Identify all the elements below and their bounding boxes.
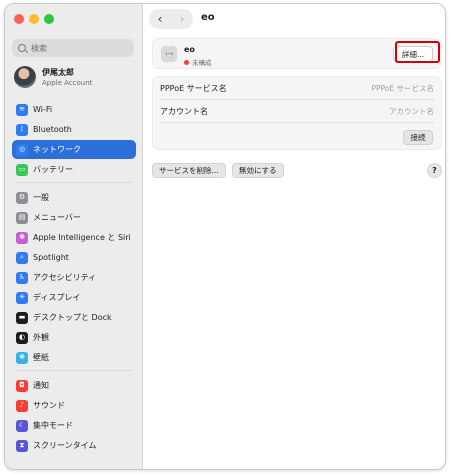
sidebar-item-label: スクリーンタイム (33, 441, 97, 450)
pppoe-service-field[interactable]: PPPoE サービス名 (371, 83, 434, 94)
settings-window: 検索 伊尾太郎 Apple Account ≋ Wi-Fi ᛒ Bluetooth ◎ ネ… (4, 3, 446, 470)
sidebar-item-label: メニューバー (33, 213, 81, 222)
sidebar-item-label: Bluetooth (33, 125, 72, 134)
sound-icon: ♪ (16, 399, 28, 412)
focus-moon-icon: ☾ (16, 419, 28, 432)
connect-button[interactable]: 接続 (403, 130, 433, 145)
sidebar-item-label: 通知 (33, 381, 49, 390)
forward-button[interactable]: › (171, 9, 193, 29)
notifications-icon: ◘ (16, 379, 28, 392)
sidebar-item-label: サウンド (33, 401, 65, 410)
account-name: 伊尾太郎 (42, 68, 74, 77)
pppoe-service-row: PPPoE サービス名 PPPoE サービス名 (153, 77, 441, 99)
sidebar-item-label: ネットワーク (33, 145, 81, 154)
sidebar-item[interactable]: ⧗ スクリーンタイム (12, 436, 136, 455)
appearance-icon: ◐ (16, 331, 28, 344)
sidebar-item[interactable]: ☾ 集中モード (12, 416, 136, 435)
pppoe-settings-card: PPPoE サービス名 PPPoE サービス名 アカウント名 アカウント名 接続 (152, 76, 442, 150)
connection-status-text: 未構成 (192, 59, 212, 67)
network-globe-icon: ◎ (16, 143, 28, 156)
zoom-window-button[interactable] (44, 14, 54, 24)
battery-icon: ▭ (16, 163, 28, 176)
sidebar-item-label: Apple Intelligence と Siri (33, 233, 131, 242)
sidebar-item[interactable]: ≋ Wi-Fi (12, 100, 136, 119)
sidebar-item-label: 壁紙 (33, 353, 49, 362)
sidebar-item-label: 外観 (33, 333, 49, 342)
account-name-field[interactable]: アカウント名 (389, 106, 434, 117)
main-pane: ‹ › eo ‹··› eo 未構成 詳細... PPPoE サービス名 PPP… (143, 4, 445, 469)
sidebar-item[interactable]: ☀ ディスプレイ (12, 288, 136, 307)
screen-time-icon: ⧗ (16, 439, 28, 452)
avatar (14, 66, 36, 88)
menu-bar-icon: ▤ (16, 211, 28, 224)
gear-icon: ⚙ (16, 191, 28, 204)
sidebar-item[interactable]: ♪ サウンド (12, 396, 136, 415)
display-icon: ☀ (16, 291, 28, 304)
sidebar-item[interactable]: ▭ バッテリー (12, 160, 136, 179)
account-subtitle: Apple Account (42, 79, 93, 87)
status-dot-icon (184, 59, 189, 65)
search-placeholder: 検索 (31, 43, 47, 53)
account-name-label: アカウント名 (160, 106, 208, 116)
siri-icon: ✺ (16, 231, 28, 244)
back-button[interactable]: ‹ (149, 9, 171, 29)
accessibility-icon: ♿ (16, 271, 28, 284)
apple-account[interactable]: 伊尾太郎 Apple Account (14, 66, 92, 88)
sidebar-item[interactable]: ▤ メニューバー (12, 208, 136, 227)
sidebar-item-label: デスクトップと Dock (33, 313, 112, 322)
delete-service-button[interactable]: サービスを削除... (152, 163, 226, 178)
sidebar-item-label: アクセシビリティ (33, 273, 97, 282)
wifi-icon: ≋ (16, 103, 28, 116)
bluetooth-icon: ᛒ (16, 123, 28, 136)
sidebar-item-label: 一般 (33, 193, 49, 202)
sidebar-item[interactable]: ◎ ネットワーク (12, 140, 136, 159)
minimize-window-button[interactable] (29, 14, 39, 24)
divider (160, 122, 434, 123)
account-name-row: アカウント名 アカウント名 (153, 100, 441, 122)
toolbar: ‹ › eo (143, 4, 445, 34)
wallpaper-icon: ❋ (16, 351, 28, 364)
sidebar-item-label: Wi-Fi (33, 105, 53, 114)
disable-button[interactable]: 無効にする (232, 163, 284, 178)
close-window-button[interactable] (14, 14, 24, 24)
sidebar-separator (17, 182, 131, 183)
sidebar-item-label: バッテリー (33, 165, 73, 174)
sidebar-item-label: ディスプレイ (33, 293, 81, 302)
sidebar: 検索 伊尾太郎 Apple Account ≋ Wi-Fi ᛒ Bluetooth ◎ ネ… (5, 4, 143, 469)
history-nav: ‹ › (149, 9, 193, 29)
sidebar-item-label: Spotlight (33, 253, 69, 262)
sidebar-item[interactable]: ◘ 通知 (12, 376, 136, 395)
sidebar-item[interactable]: ◐ 外観 (12, 328, 136, 347)
spotlight-icon: ⌕ (16, 251, 28, 264)
sidebar-item[interactable]: ⌕ Spotlight (12, 248, 136, 267)
pppoe-connection-icon: ‹··› (161, 46, 177, 62)
sidebar-separator (17, 370, 131, 371)
sidebar-item[interactable]: ♿ アクセシビリティ (12, 268, 136, 287)
connection-status: 未構成 (184, 57, 212, 67)
connection-name: eo (184, 45, 195, 54)
desktop-dock-icon: ▬ (16, 311, 28, 324)
sidebar-item-label: 集中モード (33, 421, 73, 430)
sidebar-item[interactable]: ▬ デスクトップと Dock (12, 308, 136, 327)
search-input[interactable]: 検索 (12, 39, 134, 57)
help-button[interactable]: ? (427, 163, 442, 178)
sidebar-item[interactable]: ᛒ Bluetooth (12, 120, 136, 139)
highlight-box (395, 41, 440, 63)
page-title: eo (201, 12, 215, 23)
sidebar-item[interactable]: ✺ Apple Intelligence と Siri (12, 228, 136, 247)
pppoe-service-label: PPPoE サービス名 (160, 83, 227, 93)
search-icon (18, 44, 26, 52)
sidebar-item[interactable]: ⚙ 一般 (12, 188, 136, 207)
sidebar-item[interactable]: ❋ 壁紙 (12, 348, 136, 367)
window-controls (14, 14, 54, 24)
